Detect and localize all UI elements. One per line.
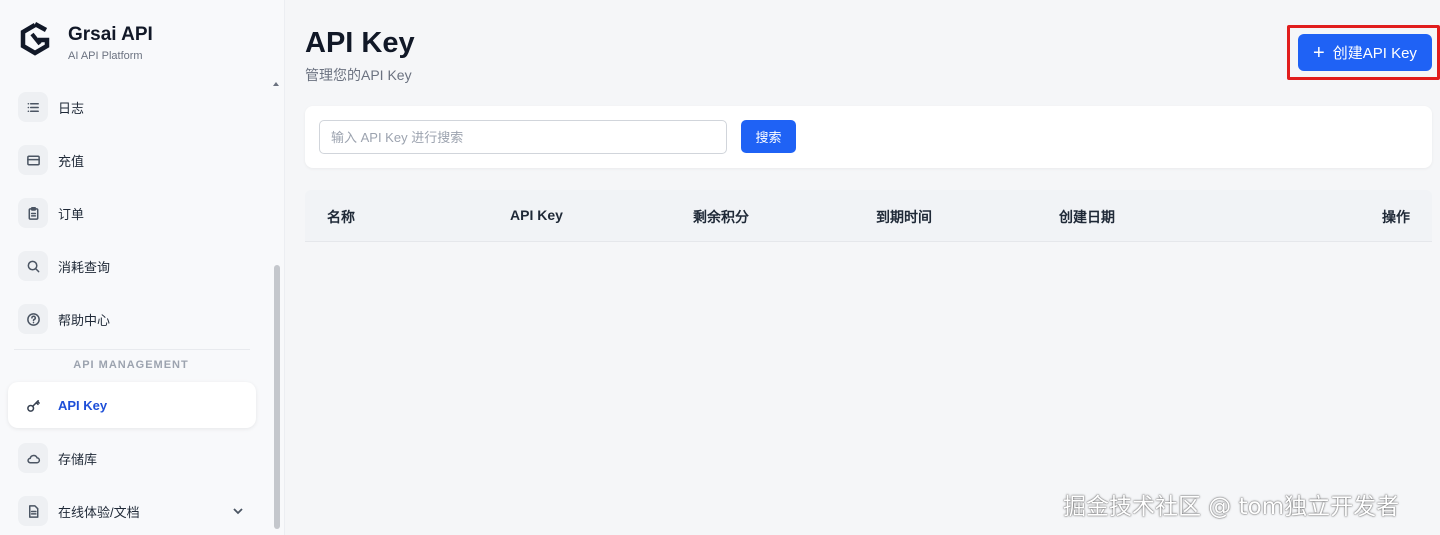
brand[interactable]: Grsai API AI API Platform: [18, 22, 153, 62]
column-header-remaining-credits: 剩余积分: [693, 209, 749, 225]
sidebar-item-label: 消耗查询: [58, 259, 111, 275]
brand-name: Grsai API: [68, 24, 153, 45]
key-icon: [18, 390, 48, 420]
sidebar-item-api-key[interactable]: API Key: [8, 382, 256, 428]
create-api-key-button[interactable]: + 创建API Key: [1298, 34, 1432, 71]
plus-icon: +: [1313, 41, 1325, 64]
list-icon: [18, 92, 48, 122]
sidebar-item-storage[interactable]: 存储库: [8, 435, 256, 481]
search-icon: [18, 251, 48, 281]
section-label-api-management: API MANAGEMENT: [73, 359, 189, 371]
sidebar-item-usage-query[interactable]: 消耗查询: [8, 243, 256, 289]
watermark: 掘金技术社区 @ tom独立开发者: [1063, 494, 1400, 520]
brand-subtitle: AI API Platform: [68, 50, 143, 62]
scroll-up-arrow-icon[interactable]: [273, 82, 279, 86]
page-subtitle: 管理您的API Key: [305, 67, 412, 83]
sidebar-item-orders[interactable]: 订单: [8, 190, 256, 236]
document-icon: [18, 496, 48, 526]
sidebar-scrollbar[interactable]: [274, 265, 280, 529]
column-header-name: 名称: [327, 209, 355, 225]
sidebar: Grsai API AI API Platform 日志 充值 订单 消耗查询 …: [0, 0, 285, 535]
search-card: 搜索: [305, 106, 1432, 168]
sidebar-item-online-docs[interactable]: 在线体验/文档: [8, 488, 256, 534]
column-header-api-key: API Key: [510, 207, 563, 223]
cloud-icon: [18, 443, 48, 473]
create-api-key-label: 创建API Key: [1332, 45, 1417, 62]
chevron-down-icon[interactable]: [232, 504, 244, 516]
sidebar-item-label: API Key: [58, 397, 108, 413]
column-header-actions: 操作: [1382, 209, 1410, 225]
grsai-logo-icon: [20, 22, 50, 56]
sidebar-item-recharge[interactable]: 充值: [8, 137, 256, 183]
sidebar-item-label: 在线体验/文档: [58, 504, 140, 520]
section-divider: [14, 349, 250, 350]
search-button[interactable]: 搜索: [741, 120, 796, 153]
sidebar-item-label: 帮助中心: [58, 312, 111, 328]
sidebar-item-label: 存储库: [58, 451, 98, 467]
search-input[interactable]: [319, 120, 727, 154]
sidebar-item-label: 日志: [58, 100, 85, 116]
sidebar-item-label: 订单: [58, 206, 85, 222]
table-header: 名称 API Key 剩余积分 到期时间 创建日期 操作: [305, 190, 1432, 242]
column-header-created-date: 创建日期: [1059, 209, 1115, 225]
column-header-expiry-time: 到期时间: [876, 209, 932, 225]
clipboard-icon: [18, 198, 48, 228]
help-circle-icon: [18, 304, 48, 334]
sidebar-item-logs[interactable]: 日志: [8, 84, 256, 130]
credit-card-icon: [18, 145, 48, 175]
page-title: API Key: [305, 27, 415, 59]
sidebar-item-label: 充值: [58, 153, 85, 169]
sidebar-item-help-center[interactable]: 帮助中心: [8, 296, 256, 342]
